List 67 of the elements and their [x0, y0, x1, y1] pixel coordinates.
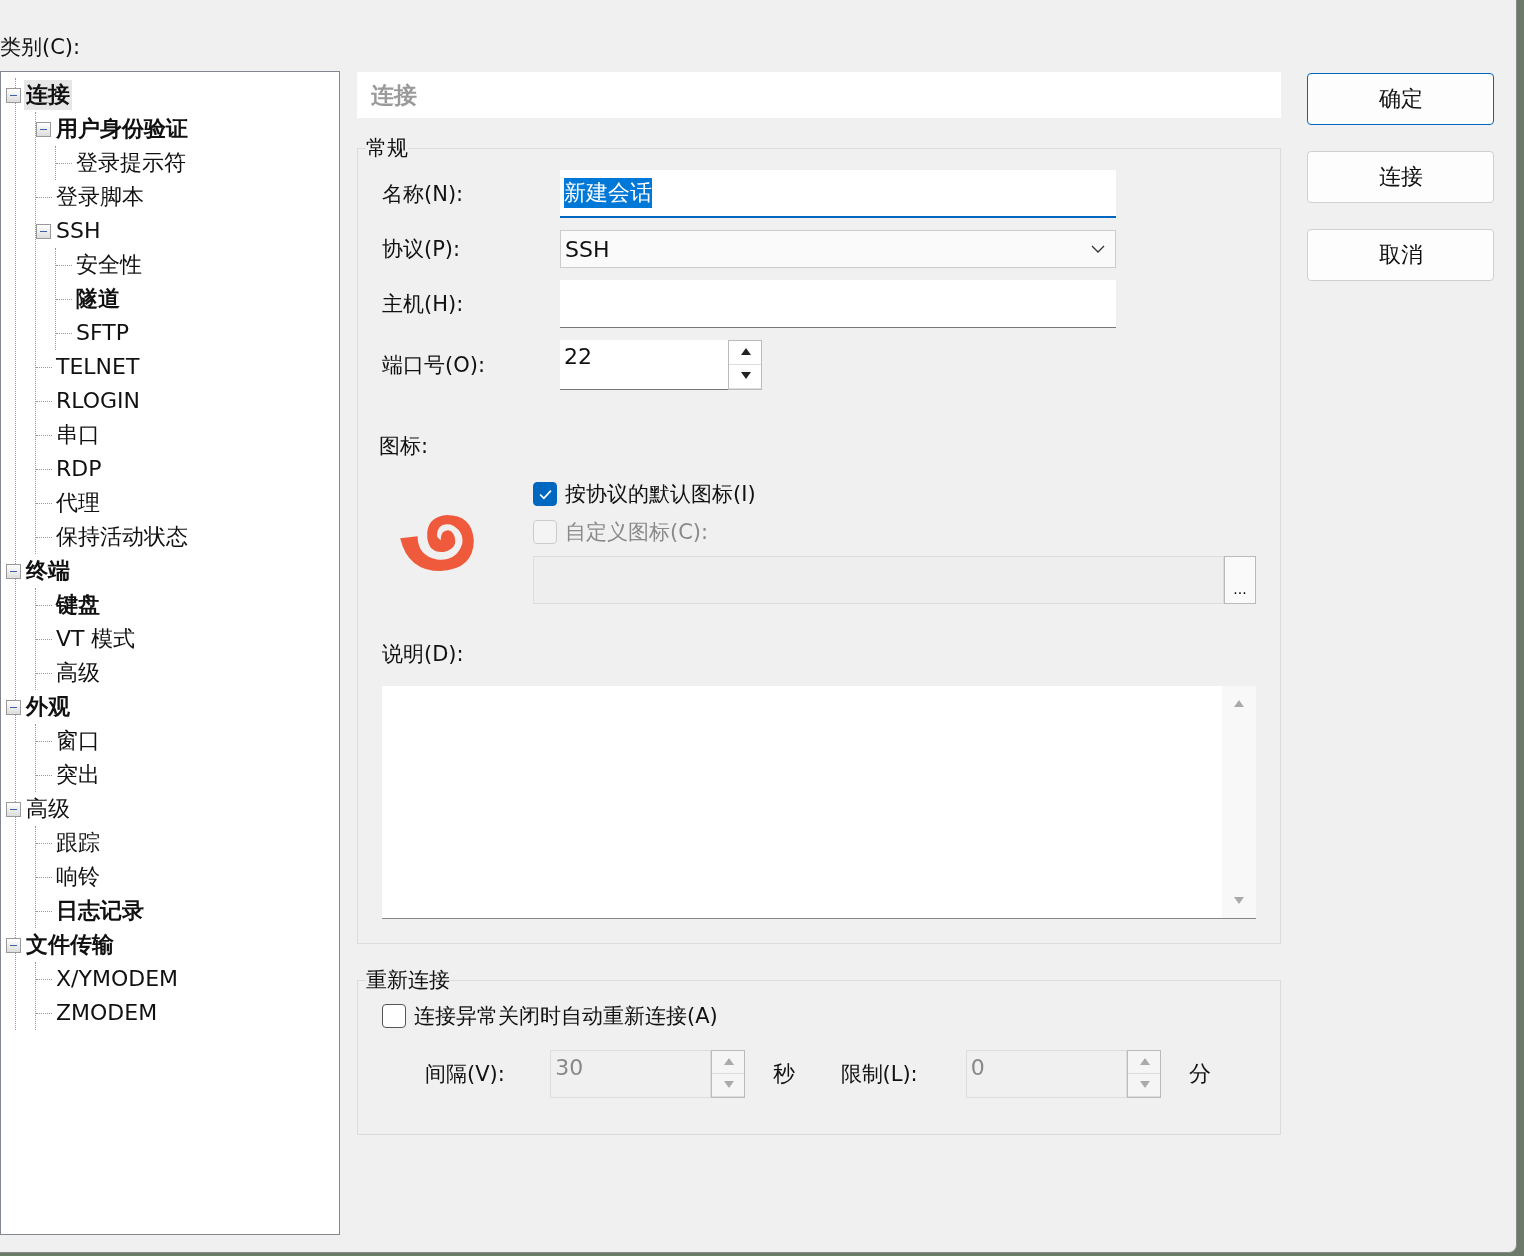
- tree-item[interactable]: 跟踪: [54, 828, 102, 858]
- dialog-button[interactable]: 连接: [1307, 151, 1494, 203]
- tree-item[interactable]: 用户身份验证: [54, 114, 190, 144]
- field-label: 名称(N):: [382, 181, 465, 208]
- tree-item[interactable]: 高级: [54, 658, 102, 688]
- tree-item[interactable]: 响铃: [54, 862, 102, 892]
- field-label: 端口号(O):: [382, 352, 486, 379]
- collapse-icon[interactable]: [6, 563, 21, 579]
- spin-up-button[interactable]: [729, 341, 761, 365]
- field-label: 图标:: [379, 433, 430, 460]
- category-label: 类别(C):: [0, 34, 81, 61]
- tree-item[interactable]: 高级: [24, 794, 72, 824]
- field-label: 说明(D):: [382, 641, 465, 668]
- tree-item[interactable]: SFTP: [74, 318, 131, 348]
- collapse-icon[interactable]: [6, 87, 21, 103]
- tree-item[interactable]: SSH: [54, 216, 103, 246]
- tree-item[interactable]: 串口: [54, 420, 102, 450]
- tree-item[interactable]: 外观: [24, 692, 72, 722]
- collapse-icon[interactable]: [6, 937, 21, 953]
- tree-item[interactable]: 连接: [24, 80, 72, 110]
- field-label: 限制(L):: [840, 1061, 919, 1088]
- unit-label: 秒: [773, 1060, 797, 1088]
- checkbox-label: 自定义图标(C):: [565, 519, 709, 546]
- description-field[interactable]: [382, 686, 1256, 919]
- field-label: 协议(P):: [382, 236, 462, 263]
- chevron-down-icon: [1091, 245, 1105, 253]
- checkmark-icon: [538, 488, 552, 500]
- input-field[interactable]: 新建会话: [560, 170, 1116, 218]
- tree-item[interactable]: 登录提示符: [74, 148, 188, 178]
- dialog-button[interactable]: 取消: [1307, 229, 1494, 281]
- group-title: 重新连接: [366, 967, 450, 994]
- field-label: 间隔(V):: [425, 1061, 506, 1088]
- tree-item[interactable]: 保持活动状态: [54, 522, 190, 552]
- tree-item[interactable]: 突出: [54, 760, 102, 790]
- collapse-icon[interactable]: [36, 223, 51, 239]
- spin-down-button[interactable]: [729, 365, 761, 389]
- group-title: 常规: [366, 135, 408, 162]
- tree-item[interactable]: VT 模式: [54, 624, 138, 654]
- browse-button[interactable]: ...: [1224, 556, 1256, 604]
- input-field[interactable]: [560, 280, 1116, 328]
- tree-item[interactable]: 键盘: [54, 590, 102, 620]
- checkbox-label: 按协议的默认图标(I): [565, 481, 756, 508]
- collapse-icon[interactable]: [36, 121, 51, 137]
- tree-item[interactable]: ZMODEM: [54, 998, 160, 1028]
- dialog-button[interactable]: 确定: [1307, 73, 1494, 125]
- checkbox-label: 连接异常关闭时自动重新连接(A): [414, 1003, 718, 1030]
- tree-item[interactable]: 日志记录: [54, 896, 146, 926]
- unit-label: 分: [1188, 1060, 1212, 1088]
- tree-item[interactable]: X/YMODEM: [54, 964, 181, 994]
- tree-item[interactable]: 终端: [24, 556, 72, 586]
- field-label: 主机(H):: [382, 291, 465, 318]
- protocol-dropdown[interactable]: SSH: [560, 230, 1116, 268]
- tree-item[interactable]: 登录脚本: [54, 182, 146, 212]
- tree-item[interactable]: TELNET: [54, 352, 142, 382]
- checkbox[interactable]: [382, 1004, 406, 1028]
- tree-item[interactable]: RDP: [54, 454, 104, 484]
- tree-item[interactable]: 窗口: [54, 726, 102, 756]
- tree-item[interactable]: 隧道: [74, 284, 122, 314]
- tree-item[interactable]: 文件传输: [24, 930, 116, 960]
- collapse-icon[interactable]: [6, 801, 21, 817]
- collapse-icon[interactable]: [6, 699, 21, 715]
- page-header: 连接: [357, 72, 1281, 118]
- tree-item[interactable]: 安全性: [74, 250, 144, 280]
- input-field[interactable]: 22: [560, 340, 728, 390]
- tree-item[interactable]: 代理: [54, 488, 102, 518]
- checkbox[interactable]: [533, 482, 557, 506]
- tree-item[interactable]: RLOGIN: [54, 386, 143, 416]
